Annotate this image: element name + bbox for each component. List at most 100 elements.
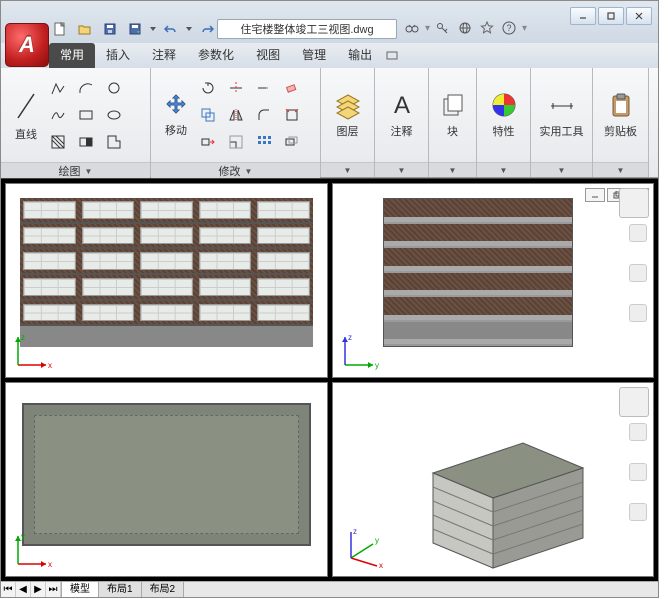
qat-redo-icon[interactable] (196, 19, 218, 39)
view-cube[interactable] (619, 188, 649, 218)
tab-expand-icon[interactable] (383, 49, 401, 63)
qat-saveas-icon[interactable] (124, 19, 146, 39)
panel-block-title[interactable]: ▼ (429, 162, 476, 177)
tab-parametric[interactable]: 参数化 (187, 43, 245, 68)
minimize-button[interactable] (570, 7, 596, 25)
tab-home[interactable]: 常用 (49, 43, 95, 68)
utilities-button[interactable]: 实用工具 (536, 72, 587, 158)
svg-text:z: z (353, 527, 357, 536)
draw-tools-grid (46, 76, 126, 154)
mirror-icon[interactable] (224, 103, 248, 127)
app-menu-button[interactable]: A (5, 23, 49, 67)
block-button[interactable]: 块 (434, 72, 471, 158)
viewport-isometric[interactable]: x y z (332, 382, 655, 577)
move-button[interactable]: 移动 (156, 72, 196, 158)
qat-dropdown-icon[interactable] (149, 27, 157, 31)
rectangle-icon[interactable] (74, 103, 98, 127)
nav-wheel-icon[interactable] (629, 423, 647, 441)
clipboard-button[interactable]: 剪贴板 (598, 72, 643, 158)
scale-icon[interactable] (224, 130, 248, 154)
copy-icon[interactable] (196, 103, 220, 127)
building-front-elevation (20, 198, 313, 347)
tab-output[interactable]: 输出 (337, 43, 383, 68)
panel-annotation-title[interactable]: ▼ (375, 162, 428, 177)
viewport-side[interactable]: yz (332, 183, 655, 378)
ellipse-icon[interactable] (102, 103, 126, 127)
qat-save-icon[interactable] (99, 19, 121, 39)
viewport-front[interactable]: xz (5, 183, 328, 378)
tab-model[interactable]: 模型 (62, 582, 99, 597)
nav-first-icon[interactable]: ⏮ (1, 582, 16, 597)
nav-pan-icon[interactable] (629, 264, 647, 282)
panel-layer-title[interactable]: ▼ (321, 162, 374, 177)
binoculars-icon[interactable] (403, 19, 421, 37)
tab-layout2[interactable]: 布局2 (142, 582, 185, 597)
polyline-icon[interactable] (46, 76, 70, 100)
viewport-top[interactable]: xy (5, 382, 328, 577)
erase-icon[interactable] (280, 76, 304, 100)
maximize-button[interactable] (598, 7, 624, 25)
array-icon[interactable] (252, 130, 276, 154)
close-button[interactable] (626, 7, 652, 25)
chevron-down-icon: ▼ (85, 167, 93, 176)
explode-icon[interactable] (280, 103, 304, 127)
panel-draw: 直线 绘图▼ (1, 68, 151, 177)
star-icon[interactable] (478, 19, 496, 37)
chevron-down-icon: ▼ (344, 166, 352, 175)
stretch-icon[interactable] (196, 130, 220, 154)
panel-clipboard-title[interactable]: ▼ (593, 162, 648, 177)
move-label: 移动 (165, 122, 187, 138)
qat-undo-dropdown-icon[interactable] (185, 27, 193, 31)
offset-icon[interactable] (280, 130, 304, 154)
document-title[interactable]: 住宅楼整体竣工三视图.dwg (217, 19, 397, 39)
extend-icon[interactable] (252, 76, 276, 100)
tab-layout1[interactable]: 布局1 (99, 582, 142, 597)
fillet-icon[interactable] (252, 103, 276, 127)
help-sep: ▾ (425, 23, 430, 34)
svg-text:?: ? (507, 23, 512, 33)
rotate-icon[interactable] (196, 76, 220, 100)
globe-icon[interactable] (456, 19, 474, 37)
panel-utilities-title[interactable]: ▼ (531, 162, 592, 177)
region-icon[interactable] (102, 130, 126, 154)
key-icon[interactable] (434, 19, 452, 37)
nav-orbit-icon[interactable] (629, 503, 647, 521)
panel-modify-title[interactable]: 修改▼ (151, 162, 320, 179)
nav-wheel-icon[interactable] (629, 224, 647, 242)
properties-button[interactable]: 特性 (482, 72, 525, 158)
panel-layer: 图层 ▼ (321, 68, 375, 177)
vp-minimize-icon[interactable] (585, 188, 605, 202)
panel-annotation: A 注释 ▼ (375, 68, 429, 177)
gradient-icon[interactable] (74, 130, 98, 154)
nav-prev-icon[interactable]: ◀ (16, 582, 31, 597)
tab-insert[interactable]: 插入 (95, 43, 141, 68)
line-button[interactable]: 直线 (6, 72, 46, 158)
building-roof-plan (22, 403, 311, 546)
panel-properties-title[interactable]: ▼ (477, 162, 530, 177)
layer-button[interactable]: 图层 (326, 72, 369, 158)
qat-undo-icon[interactable] (160, 19, 182, 39)
layout-nav: ⏮ ◀ ▶ ⏭ (1, 582, 62, 597)
tab-view[interactable]: 视图 (245, 43, 291, 68)
nav-pan-icon[interactable] (629, 463, 647, 481)
ribbon: 直线 绘图▼ 移 (1, 68, 658, 178)
hatch-icon[interactable] (46, 130, 70, 154)
help-dd-icon[interactable]: ▾ (522, 23, 527, 34)
panel-draw-title[interactable]: 绘图▼ (1, 162, 150, 179)
view-cube[interactable] (619, 387, 649, 417)
ucs-icon: x y z (339, 524, 385, 570)
nav-last-icon[interactable]: ⏭ (46, 582, 61, 597)
panel-modify: 移动 修改▼ (151, 68, 321, 177)
tab-annotate[interactable]: 注释 (141, 43, 187, 68)
trim-icon[interactable] (224, 76, 248, 100)
nav-orbit-icon[interactable] (629, 304, 647, 322)
arc-icon[interactable] (74, 76, 98, 100)
help-icon[interactable]: ? (500, 19, 518, 37)
annotation-button[interactable]: A 注释 (380, 72, 423, 158)
nav-next-icon[interactable]: ▶ (31, 582, 46, 597)
qat-open-icon[interactable] (74, 19, 96, 39)
tab-manage[interactable]: 管理 (291, 43, 337, 68)
circle-icon[interactable] (102, 76, 126, 100)
qat-new-icon[interactable] (49, 19, 71, 39)
spline-icon[interactable] (46, 103, 70, 127)
